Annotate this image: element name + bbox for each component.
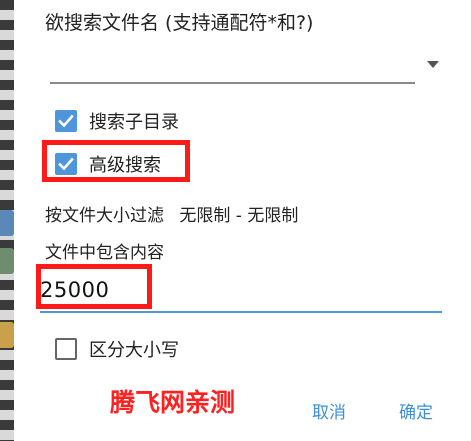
size-filter-label: 按文件大小过滤 bbox=[45, 206, 164, 226]
checkmark-icon bbox=[58, 114, 74, 128]
case-sensitive-label: 区分大小写 bbox=[89, 340, 179, 361]
content-input-underline bbox=[40, 311, 442, 313]
background-tile bbox=[0, 248, 14, 274]
case-sensitive-option[interactable]: 区分大小写 bbox=[55, 336, 179, 362]
search-dialog: 欲搜索文件名 (支持通配符*和?) 搜索子目录 高级搜索 按文件大小过滤 无限制… bbox=[14, 0, 471, 441]
cancel-button[interactable]: 取消 bbox=[312, 398, 346, 423]
watermark-text: 腾飞网亲测 bbox=[110, 388, 236, 417]
advanced-search-option[interactable]: 高级搜索 bbox=[55, 151, 161, 177]
dialog-title: 欲搜索文件名 (支持通配符*和?) bbox=[45, 12, 314, 34]
size-filter-value: 无限制 - 无限制 bbox=[179, 206, 299, 226]
advanced-search-checkbox[interactable] bbox=[55, 153, 77, 175]
advanced-search-label: 高级搜索 bbox=[89, 155, 161, 176]
case-sensitive-checkbox[interactable] bbox=[55, 338, 77, 360]
background-tile bbox=[0, 322, 14, 348]
size-filter-row[interactable]: 按文件大小过滤 无限制 - 无限制 bbox=[45, 201, 298, 226]
dropdown-arrow-icon[interactable] bbox=[427, 61, 439, 68]
background-tile bbox=[0, 210, 14, 236]
confirm-button[interactable]: 确定 bbox=[399, 398, 433, 423]
checkmark-icon bbox=[58, 157, 74, 171]
search-subdirs-checkbox[interactable] bbox=[55, 110, 77, 132]
content-label: 文件中包含内容 bbox=[45, 243, 164, 263]
background-app-strip bbox=[0, 0, 14, 441]
content-input[interactable]: 25000 bbox=[40, 278, 109, 302]
search-subdirs-option[interactable]: 搜索子目录 bbox=[55, 108, 179, 134]
search-subdirs-label: 搜索子目录 bbox=[89, 112, 179, 133]
filename-input[interactable] bbox=[50, 82, 415, 84]
